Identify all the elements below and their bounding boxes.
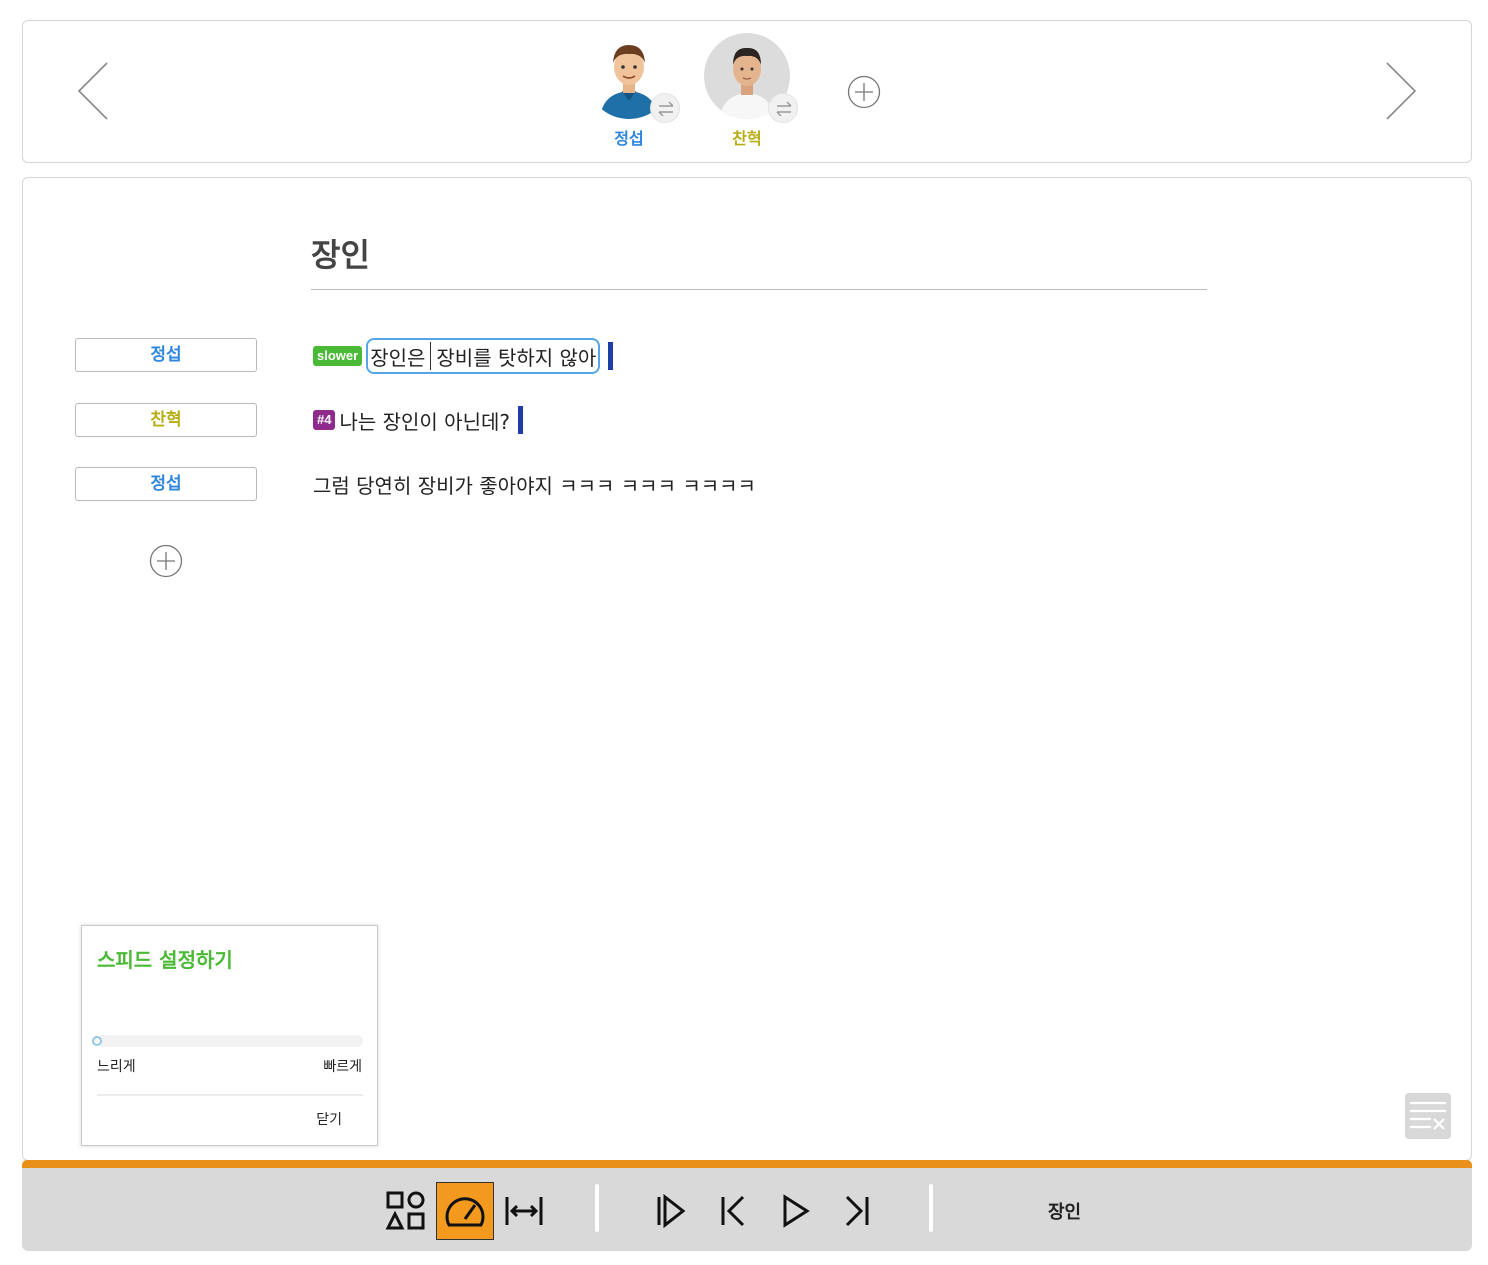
shapes-icon[interactable] xyxy=(377,1182,435,1240)
speed-icon[interactable] xyxy=(436,1182,494,1240)
line-speaker-button[interactable]: 찬혁 xyxy=(75,403,257,437)
swap-arrows-icon[interactable] xyxy=(768,93,798,123)
toolbar-divider xyxy=(929,1184,933,1232)
toolbar-divider xyxy=(595,1184,599,1232)
toolbar-script-title: 장인 xyxy=(1048,1202,1082,1223)
fit-width-icon[interactable] xyxy=(495,1182,553,1240)
text-caret xyxy=(430,342,432,370)
add-line-plus-icon[interactable] xyxy=(149,544,183,578)
script-line[interactable]: slower 장인은 장비를 탓하지 않아 xyxy=(313,338,614,374)
photo-man-avatar[interactable] xyxy=(704,33,798,123)
script-title[interactable]: 장인 xyxy=(311,230,370,276)
skip-back-icon[interactable] xyxy=(704,1182,762,1240)
popup-divider xyxy=(97,1094,363,1096)
line-text: 그럼 당연히 장비가 좋아야지 ㅋㅋㅋ ㅋㅋㅋ ㅋㅋㅋㅋ xyxy=(313,473,756,498)
line-text-before-caret: 장인은 xyxy=(370,345,426,370)
clear-lines-icon[interactable] xyxy=(1405,1093,1451,1139)
line-text-after-caret: 장비를 탓하지 않아 xyxy=(436,345,597,370)
character-name: 찬혁 xyxy=(732,129,762,148)
play-from-start-icon[interactable] xyxy=(642,1182,700,1240)
script-line[interactable]: 그럼 당연히 장비가 좋아야지 ㅋㅋㅋ ㅋㅋㅋ ㅋㅋㅋㅋ xyxy=(313,467,756,501)
line-end-marker xyxy=(518,406,523,434)
speed-tag[interactable]: slower xyxy=(313,346,363,366)
character-chanhyeok[interactable]: 찬혁 xyxy=(697,33,798,149)
add-character-plus-icon[interactable] xyxy=(847,75,881,109)
cartoon-man-avatar[interactable] xyxy=(586,33,680,123)
next-arrow-icon[interactable] xyxy=(1381,61,1421,121)
title-divider xyxy=(311,289,1207,290)
play-icon[interactable] xyxy=(766,1182,824,1240)
character-jeongseop[interactable]: 정섭 xyxy=(579,33,680,149)
close-popup-button[interactable]: 닫기 xyxy=(316,1109,342,1129)
line-speaker-button[interactable]: 정섭 xyxy=(75,338,257,372)
line-speaker-button[interactable]: 정섭 xyxy=(75,467,257,501)
selected-text-range[interactable]: 장인은 장비를 탓하지 않아 xyxy=(366,338,601,374)
playback-toolbar: 장인 xyxy=(22,1160,1472,1251)
script-line[interactable]: #4 나는 장인이 아닌데? xyxy=(313,403,523,437)
previous-arrow-icon[interactable] xyxy=(73,61,113,121)
skip-forward-icon[interactable] xyxy=(828,1182,886,1240)
slow-label: 느리게 xyxy=(97,1059,136,1075)
script-editor: 장인 정섭 slower 장인은 장비를 탓하지 않아 찬혁 #4 나는 장인이… xyxy=(22,177,1472,1161)
speed-slider-handle[interactable] xyxy=(92,1036,102,1046)
character-name: 정섭 xyxy=(614,129,644,148)
speed-popup-title: 스피드 설정하기 xyxy=(97,948,233,972)
fast-label: 빠르게 xyxy=(323,1059,362,1075)
pause-tag[interactable]: #4 xyxy=(313,410,336,430)
speed-settings-popup: 스피드 설정하기 느리게 빠르게 닫기 xyxy=(81,925,378,1146)
line-text: 나는 장인이 아닌데? xyxy=(339,409,510,434)
character-panel: 정섭 찬혁 xyxy=(22,20,1472,163)
swap-arrows-icon[interactable] xyxy=(650,93,680,123)
speed-slider[interactable] xyxy=(92,1035,363,1047)
line-end-marker xyxy=(608,342,614,370)
